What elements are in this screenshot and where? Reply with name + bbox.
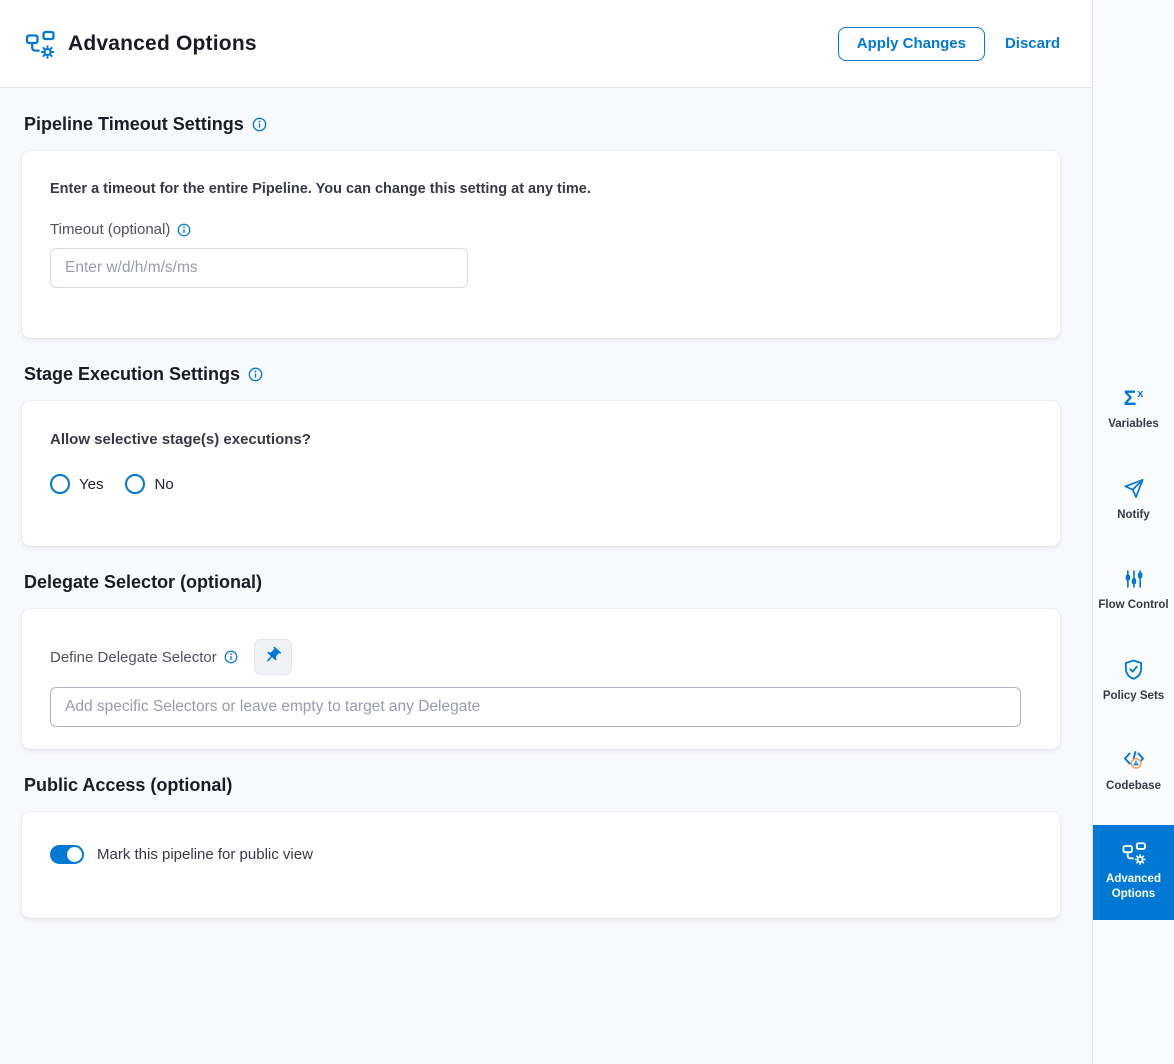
stage-execution-question: Allow selective stage(s) executions? bbox=[50, 431, 1032, 448]
radio-circle-icon[interactable] bbox=[50, 474, 70, 494]
public-access-section-title: Public Access (optional) bbox=[24, 775, 1060, 796]
toggle-knob bbox=[67, 847, 82, 862]
stage-execution-title-text: Stage Execution Settings bbox=[24, 364, 240, 385]
sidebar-item-codebase[interactable]: Codebase bbox=[1093, 734, 1174, 809]
info-icon[interactable] bbox=[224, 650, 238, 664]
pipeline-gear-icon bbox=[24, 28, 56, 60]
app-root: Advanced Options Apply Changes Discard P… bbox=[0, 0, 1174, 1064]
radio-option-yes[interactable]: Yes bbox=[50, 474, 103, 494]
timeout-field-label: Timeout (optional) bbox=[50, 221, 1032, 238]
code-warning-icon bbox=[1122, 748, 1146, 772]
timeout-section-title: Pipeline Timeout Settings bbox=[24, 114, 1060, 135]
radio-label-yes: Yes bbox=[79, 476, 103, 493]
sidebar-item-label: Variables bbox=[1108, 417, 1159, 433]
sidebar-item-advanced-options[interactable]: Advanced Options bbox=[1093, 825, 1174, 920]
page-title: Advanced Options bbox=[68, 32, 257, 56]
timeout-input[interactable] bbox=[50, 248, 468, 288]
public-access-title-text: Public Access (optional) bbox=[24, 775, 232, 796]
header-left: Advanced Options bbox=[24, 28, 257, 60]
delegate-card: Define Delegate Selector bbox=[22, 609, 1060, 749]
header-actions: Apply Changes Discard bbox=[838, 27, 1062, 61]
public-access-card: Mark this pipeline for public view bbox=[22, 812, 1060, 918]
sliders-icon bbox=[1123, 567, 1145, 591]
content-area: Pipeline Timeout Settings Enter a timeou… bbox=[0, 88, 1092, 1064]
public-view-toggle-label: Mark this pipeline for public view bbox=[97, 846, 313, 863]
delegate-section-title: Delegate Selector (optional) bbox=[24, 572, 1060, 593]
delegate-title-text: Delegate Selector (optional) bbox=[24, 572, 262, 593]
apply-changes-button[interactable]: Apply Changes bbox=[838, 27, 985, 61]
timeout-section-title-text: Pipeline Timeout Settings bbox=[24, 114, 244, 135]
public-access-toggle-row: Mark this pipeline for public view bbox=[50, 845, 1032, 864]
info-icon[interactable] bbox=[177, 223, 191, 237]
delegate-field-label: Define Delegate Selector bbox=[50, 649, 238, 666]
sidebar-item-flow-control[interactable]: Flow Control bbox=[1093, 553, 1174, 628]
delegate-selector-input[interactable] bbox=[50, 687, 1021, 727]
delegate-label-row: Define Delegate Selector bbox=[50, 639, 1032, 675]
sigma-x-icon: Σx bbox=[1124, 386, 1144, 410]
sidebar-item-label: Flow Control bbox=[1098, 598, 1168, 614]
sidebar-item-label: Advanced Options bbox=[1096, 872, 1171, 903]
main-panel: Advanced Options Apply Changes Discard P… bbox=[0, 0, 1092, 1064]
pin-button[interactable] bbox=[254, 639, 292, 675]
delegate-field-label-text: Define Delegate Selector bbox=[50, 649, 217, 666]
pipeline-gear-icon bbox=[1121, 841, 1147, 865]
sidebar-item-label: Notify bbox=[1117, 508, 1150, 524]
radio-label-no: No bbox=[154, 476, 173, 493]
pin-icon bbox=[263, 646, 282, 668]
public-view-toggle[interactable] bbox=[50, 845, 84, 864]
sidebar-item-label: Policy Sets bbox=[1103, 689, 1164, 705]
sidebar-item-notify[interactable]: Notify bbox=[1093, 463, 1174, 538]
info-icon[interactable] bbox=[248, 367, 263, 382]
sidebar-item-variables[interactable]: Σx Variables bbox=[1093, 372, 1174, 447]
radio-option-no[interactable]: No bbox=[125, 474, 173, 494]
sidebar-item-label: Codebase bbox=[1106, 779, 1161, 795]
info-icon[interactable] bbox=[252, 117, 267, 132]
stage-execution-radio-group: Yes No bbox=[50, 474, 1032, 516]
panel-header: Advanced Options Apply Changes Discard bbox=[0, 0, 1092, 88]
timeout-description: Enter a timeout for the entire Pipeline.… bbox=[50, 181, 1032, 197]
sidebar-item-policy-sets[interactable]: Policy Sets bbox=[1093, 644, 1174, 719]
paper-plane-icon bbox=[1122, 477, 1145, 501]
shield-check-icon bbox=[1122, 658, 1145, 682]
discard-button[interactable]: Discard bbox=[1003, 31, 1062, 56]
stage-execution-card: Allow selective stage(s) executions? Yes… bbox=[22, 401, 1060, 546]
right-sidebar: Σx Variables Notify Flow Control bbox=[1092, 0, 1174, 1064]
timeout-card: Enter a timeout for the entire Pipeline.… bbox=[22, 151, 1060, 338]
radio-circle-icon[interactable] bbox=[125, 474, 145, 494]
timeout-field-label-text: Timeout (optional) bbox=[50, 221, 170, 238]
stage-execution-section-title: Stage Execution Settings bbox=[24, 364, 1060, 385]
